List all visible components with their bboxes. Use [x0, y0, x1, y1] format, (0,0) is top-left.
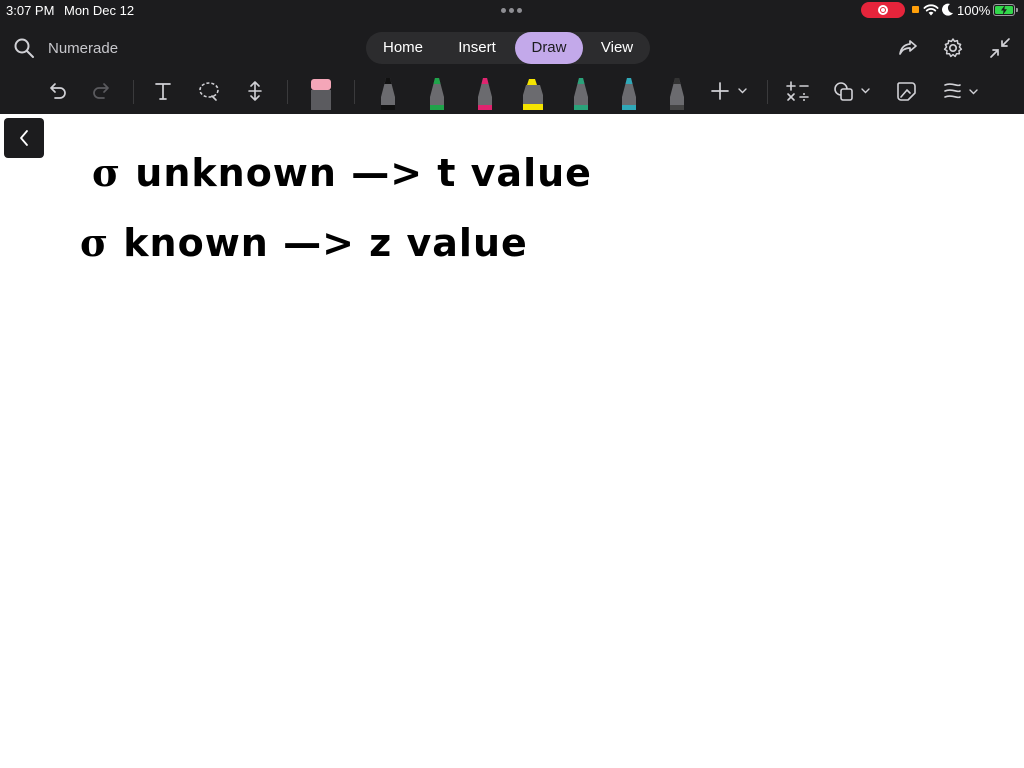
- handwritten-text: unknown —> t value: [135, 151, 592, 195]
- yellow-highlighter[interactable]: [520, 77, 546, 110]
- draw-toolbar: [0, 72, 1024, 114]
- wifi-icon: [923, 4, 939, 16]
- collapse-icon[interactable]: [989, 37, 1011, 59]
- math-icon[interactable]: [786, 80, 810, 104]
- eraser-icon[interactable]: [310, 77, 332, 110]
- top-chrome: 3:07 PM Mon Dec 12 100% Numerade Home In…: [0, 0, 1024, 114]
- pink-pen[interactable]: [476, 77, 494, 110]
- moon-icon: [942, 3, 953, 16]
- sigma-symbol: σ: [80, 220, 110, 265]
- status-bar: 3:07 PM Mon Dec 12 100%: [0, 0, 1024, 20]
- sigma-symbol: σ: [92, 150, 122, 195]
- black-pen[interactable]: [379, 77, 397, 110]
- status-time: 3:07 PM: [6, 3, 55, 18]
- gear-icon[interactable]: [942, 37, 964, 59]
- handwritten-text: known —> z value: [123, 221, 528, 265]
- search-icon[interactable]: [13, 37, 35, 59]
- share-icon[interactable]: [897, 37, 919, 59]
- chevron-left-icon: [20, 130, 28, 146]
- redo-icon[interactable]: [91, 80, 113, 102]
- green-pen[interactable]: [428, 77, 446, 110]
- cyan-pen[interactable]: [620, 77, 638, 110]
- drawing-canvas[interactable]: σ unknown —> t value σ known —> z value: [0, 114, 1024, 768]
- app-bar: Numerade Home Insert Draw View: [0, 28, 1024, 68]
- notebook-title[interactable]: Numerade: [48, 40, 118, 57]
- record-icon: [878, 5, 888, 15]
- text-tool-icon[interactable]: [152, 80, 174, 102]
- screen-recording-indicator[interactable]: [861, 2, 905, 18]
- multitasking-dots[interactable]: [501, 8, 522, 13]
- teal-pen[interactable]: [572, 77, 590, 110]
- ink-to-shape-icon[interactable]: [895, 80, 919, 104]
- gray-pen[interactable]: [668, 77, 686, 110]
- tab-insert[interactable]: Insert: [442, 32, 512, 64]
- ruler-icon[interactable]: [942, 80, 982, 104]
- battery-percent: 100%: [957, 3, 991, 18]
- handwritten-line-1: σ unknown —> t value: [92, 150, 592, 195]
- status-date: Mon Dec 12: [64, 3, 135, 18]
- mic-in-use-indicator: [912, 6, 919, 13]
- tab-view[interactable]: View: [586, 32, 648, 64]
- ribbon-tabs: Home Insert Draw View: [366, 32, 650, 64]
- add-pen-icon[interactable]: [710, 80, 748, 102]
- add-space-icon[interactable]: [244, 80, 266, 102]
- battery-icon: [993, 4, 1015, 16]
- tab-home[interactable]: Home: [370, 32, 436, 64]
- shapes-icon[interactable]: [833, 80, 873, 102]
- undo-icon[interactable]: [46, 80, 68, 102]
- tab-draw[interactable]: Draw: [515, 32, 583, 64]
- lasso-icon[interactable]: [197, 80, 221, 102]
- back-button[interactable]: [4, 118, 44, 158]
- handwritten-line-2: σ known —> z value: [80, 220, 528, 265]
